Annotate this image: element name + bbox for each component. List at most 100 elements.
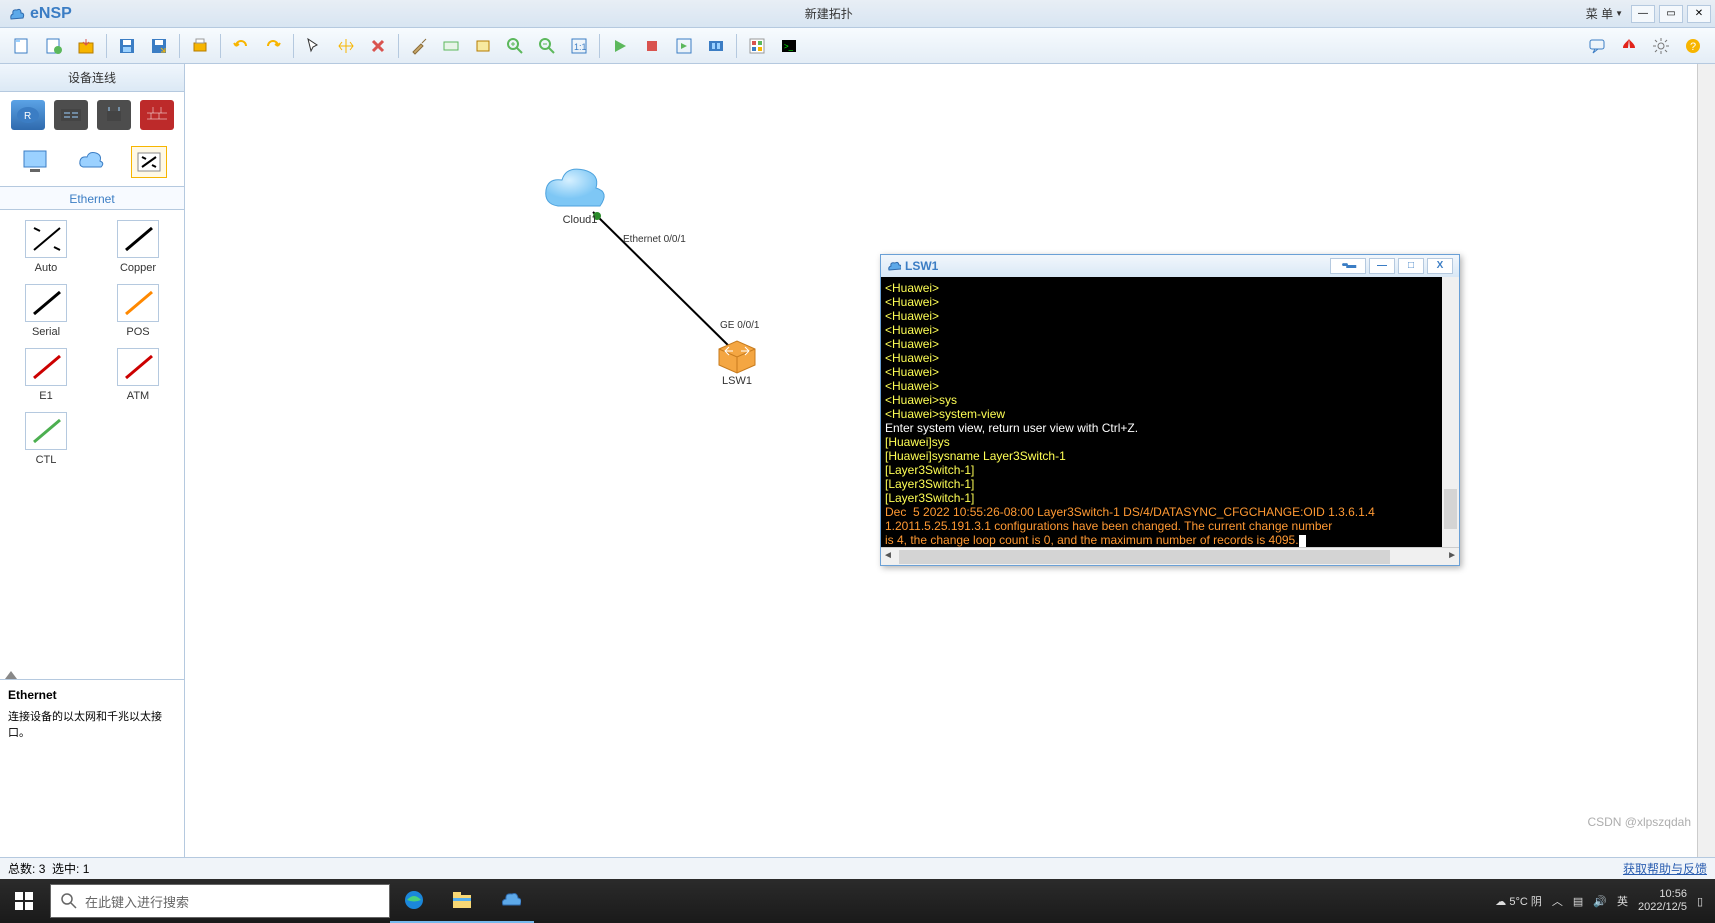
maximize-button[interactable]: ▭ [1659, 5, 1683, 23]
select-icon[interactable] [301, 33, 327, 59]
open-icon[interactable] [41, 33, 67, 59]
help-icon[interactable]: ? [1680, 33, 1706, 59]
router-category[interactable]: R [11, 100, 45, 130]
new-icon[interactable] [9, 33, 35, 59]
terminal-title: LSW1 [905, 259, 938, 273]
huawei-icon[interactable] [1616, 33, 1642, 59]
link-label-ge: GE 0/0/1 [720, 320, 759, 331]
firewall-category[interactable] [140, 100, 174, 130]
redo-icon[interactable] [260, 33, 286, 59]
svg-text:>_: >_ [784, 42, 794, 51]
tray-network-icon[interactable]: ▤ [1573, 895, 1583, 908]
connection-device-icon[interactable] [131, 146, 167, 178]
fit-icon[interactable]: 1:1 [566, 33, 592, 59]
pan-icon[interactable] [333, 33, 359, 59]
document-title: 新建拓扑 [72, 5, 1586, 22]
cloud-device-icon[interactable] [74, 146, 110, 178]
stop-icon[interactable] [639, 33, 665, 59]
print-icon[interactable] [187, 33, 213, 59]
wlan-category[interactable] [97, 100, 131, 130]
tray-clock[interactable]: 10:56 2022/12/5 [1638, 888, 1687, 914]
tray-volume-icon[interactable]: 🔊 [1593, 895, 1607, 908]
broom-icon[interactable] [406, 33, 432, 59]
cable-pos[interactable]: POS [102, 284, 174, 338]
link-label-eth: Ethernet 0/0/1 [623, 234, 686, 245]
note-icon[interactable] [438, 33, 464, 59]
saveas-icon[interactable] [146, 33, 172, 59]
cable-e1[interactable]: E1 [10, 348, 82, 402]
capture-icon[interactable] [703, 33, 729, 59]
device-panel: 设备连线 R Ethernet Auto Copper Serial POS E1 ATM… [0, 64, 185, 879]
main-toolbar: 1:1 >_ ? [0, 28, 1715, 64]
term-vscroll[interactable] [1442, 277, 1459, 547]
tray-chevron-icon[interactable]: ︿ [1552, 893, 1563, 909]
panel-header: 设备连线 [0, 64, 184, 92]
svg-text:R: R [24, 111, 31, 122]
term-max-button[interactable]: □ [1398, 258, 1424, 274]
cable-auto[interactable]: Auto [10, 220, 82, 274]
palette-icon[interactable] [744, 33, 770, 59]
start-icon[interactable] [607, 33, 633, 59]
desc-text: 连接设备的以太网和千兆以太接口。 [8, 708, 176, 740]
terminal-window[interactable]: LSW1 •••▬ — □ X <Huawei><Huawei><Huawei>… [880, 254, 1460, 566]
rect-icon[interactable] [470, 33, 496, 59]
term-opts-button[interactable]: •••▬ [1330, 258, 1366, 274]
cable-copper[interactable]: Copper [102, 220, 174, 274]
cli-icon[interactable]: >_ [776, 33, 802, 59]
menu-button[interactable]: 菜 单▼ [1586, 5, 1623, 22]
task-ensp[interactable] [486, 879, 534, 923]
cable-type-header: Ethernet [0, 186, 184, 210]
term-min-button[interactable]: — [1369, 258, 1395, 274]
task-explorer[interactable] [438, 879, 486, 923]
weather-widget[interactable]: ☁ 5°C 阴 [1495, 893, 1542, 909]
topology-canvas[interactable]: Cloud1 LSW1 Ethernet 0/0/1 GE 0/0/1 LSW1… [185, 64, 1715, 879]
windows-taskbar: 在此键入进行搜索 ☁ 5°C 阴 ︿ ▤ 🔊 英 10:56 2022/12/5… [0, 879, 1715, 923]
switch-node[interactable]: LSW1 [715, 339, 759, 387]
startall-icon[interactable] [671, 33, 697, 59]
tray-ime[interactable]: 英 [1617, 893, 1628, 909]
canvas-vscroll[interactable] [1697, 64, 1715, 861]
selected-value: 1 [83, 862, 90, 876]
undo-icon[interactable] [228, 33, 254, 59]
chat-icon[interactable] [1584, 33, 1610, 59]
import-icon[interactable] [73, 33, 99, 59]
save-icon[interactable] [114, 33, 140, 59]
tray-notifications-icon[interactable]: ▯ [1697, 895, 1703, 908]
cloud-node[interactable]: Cloud1 [540, 164, 620, 226]
cable-serial[interactable]: Serial [10, 284, 82, 338]
start-button[interactable] [0, 879, 48, 923]
device-category-row: R [0, 92, 184, 138]
taskbar-search[interactable]: 在此键入进行搜索 [50, 884, 390, 918]
help-link[interactable]: 获取帮助与反馈 [1623, 860, 1707, 877]
task-edge[interactable] [390, 879, 438, 923]
cable-grid: Auto Copper Serial POS E1 ATM CTL [0, 210, 184, 476]
system-tray: ☁ 5°C 阴 ︿ ▤ 🔊 英 10:56 2022/12/5 ▯ [1495, 888, 1715, 914]
desc-title: Ethernet [8, 688, 176, 702]
cable-atm[interactable]: ATM [102, 348, 174, 402]
search-placeholder: 在此键入进行搜索 [85, 892, 189, 911]
device-type-row [0, 138, 184, 186]
terminal-output[interactable]: <Huawei><Huawei><Huawei><Huawei><Huawei>… [881, 277, 1459, 547]
settings-icon[interactable] [1648, 33, 1674, 59]
app-logo: eNSP [8, 5, 72, 23]
minimize-button[interactable]: — [1631, 5, 1655, 23]
cable-ctl[interactable]: CTL [10, 412, 82, 466]
switch-label: LSW1 [715, 375, 759, 387]
description-panel: Ethernet 连接设备的以太网和千兆以太接口。 [0, 679, 184, 879]
close-button[interactable]: ✕ [1687, 5, 1711, 23]
pc-device-icon[interactable] [17, 146, 53, 178]
zoomout-icon[interactable] [534, 33, 560, 59]
title-bar: eNSP 新建拓扑 菜 单▼ — ▭ ✕ [0, 0, 1715, 28]
delete-icon[interactable] [365, 33, 391, 59]
terminal-titlebar[interactable]: LSW1 •••▬ — □ X [881, 255, 1459, 277]
status-bar: 总数: 3 选中: 1 获取帮助与反馈 [0, 857, 1715, 879]
cloud-label: Cloud1 [540, 214, 620, 226]
total-value: 3 [39, 862, 46, 876]
switch-category[interactable] [54, 100, 88, 130]
term-hscroll[interactable]: ◄ ► [881, 547, 1459, 565]
svg-text:1:1: 1:1 [574, 42, 587, 52]
term-close-button[interactable]: X [1427, 258, 1453, 274]
svg-text:?: ? [1690, 41, 1696, 53]
watermark: CSDN @xlpszqdah [1587, 815, 1691, 829]
zoomin-icon[interactable] [502, 33, 528, 59]
